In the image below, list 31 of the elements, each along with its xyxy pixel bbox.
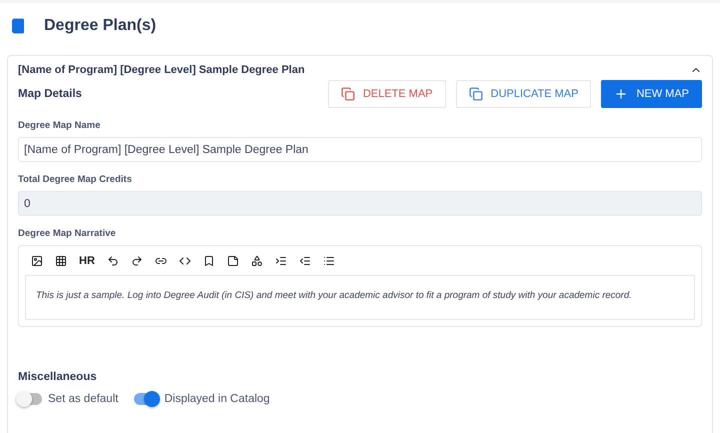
section-title: Map Details: [18, 88, 82, 100]
undo-icon[interactable]: [106, 255, 119, 267]
outdent-icon[interactable]: [298, 255, 311, 267]
input-field[interactable]: [Name of Program] [Degree Level] Sample Degree Plan: [18, 137, 702, 162]
field-label: Total Degree Map Credits: [18, 174, 133, 185]
field-label: Degree Map Name: [18, 120, 102, 131]
toggle-switch[interactable]: [18, 393, 42, 405]
page-title: Degree Plan(s): [44, 17, 156, 35]
field-label: Degree Map Narrative: [18, 228, 117, 239]
delete-button[interactable]: DELETE MAP: [328, 80, 446, 108]
image-icon[interactable]: [31, 255, 43, 267]
plus-icon: [614, 87, 628, 101]
narrative-text[interactable]: This is just a sample. Log into Degree Audit (in CIS) and meet with your academic advisor to fit a program of study with your academic record.: [25, 275, 695, 320]
link-icon[interactable]: [154, 255, 167, 267]
copy-icon: [468, 87, 483, 101]
shapes-icon[interactable]: [250, 255, 263, 267]
bookmark-icon[interactable]: [202, 255, 215, 267]
toggle-switch[interactable]: [134, 393, 158, 405]
note-icon[interactable]: [226, 255, 239, 267]
redo-icon[interactable]: [130, 255, 143, 267]
code-icon[interactable]: [178, 255, 191, 267]
panel-title: [Name of Program] [Degree Level] Sample Degree Plan: [18, 64, 305, 76]
section-title: Miscellaneous: [18, 371, 97, 383]
toggle-label: Displayed in Catalog: [164, 393, 270, 405]
copy-icon: [340, 87, 355, 101]
table-icon[interactable]: [55, 255, 67, 267]
toggle-label: Set as default: [48, 393, 118, 405]
hr-tool[interactable]: HR: [79, 255, 95, 267]
indent-icon[interactable]: [274, 255, 287, 267]
new-button[interactable]: NEW MAP: [601, 80, 702, 108]
duplicate-button[interactable]: DUPLICATE MAP: [456, 80, 592, 108]
